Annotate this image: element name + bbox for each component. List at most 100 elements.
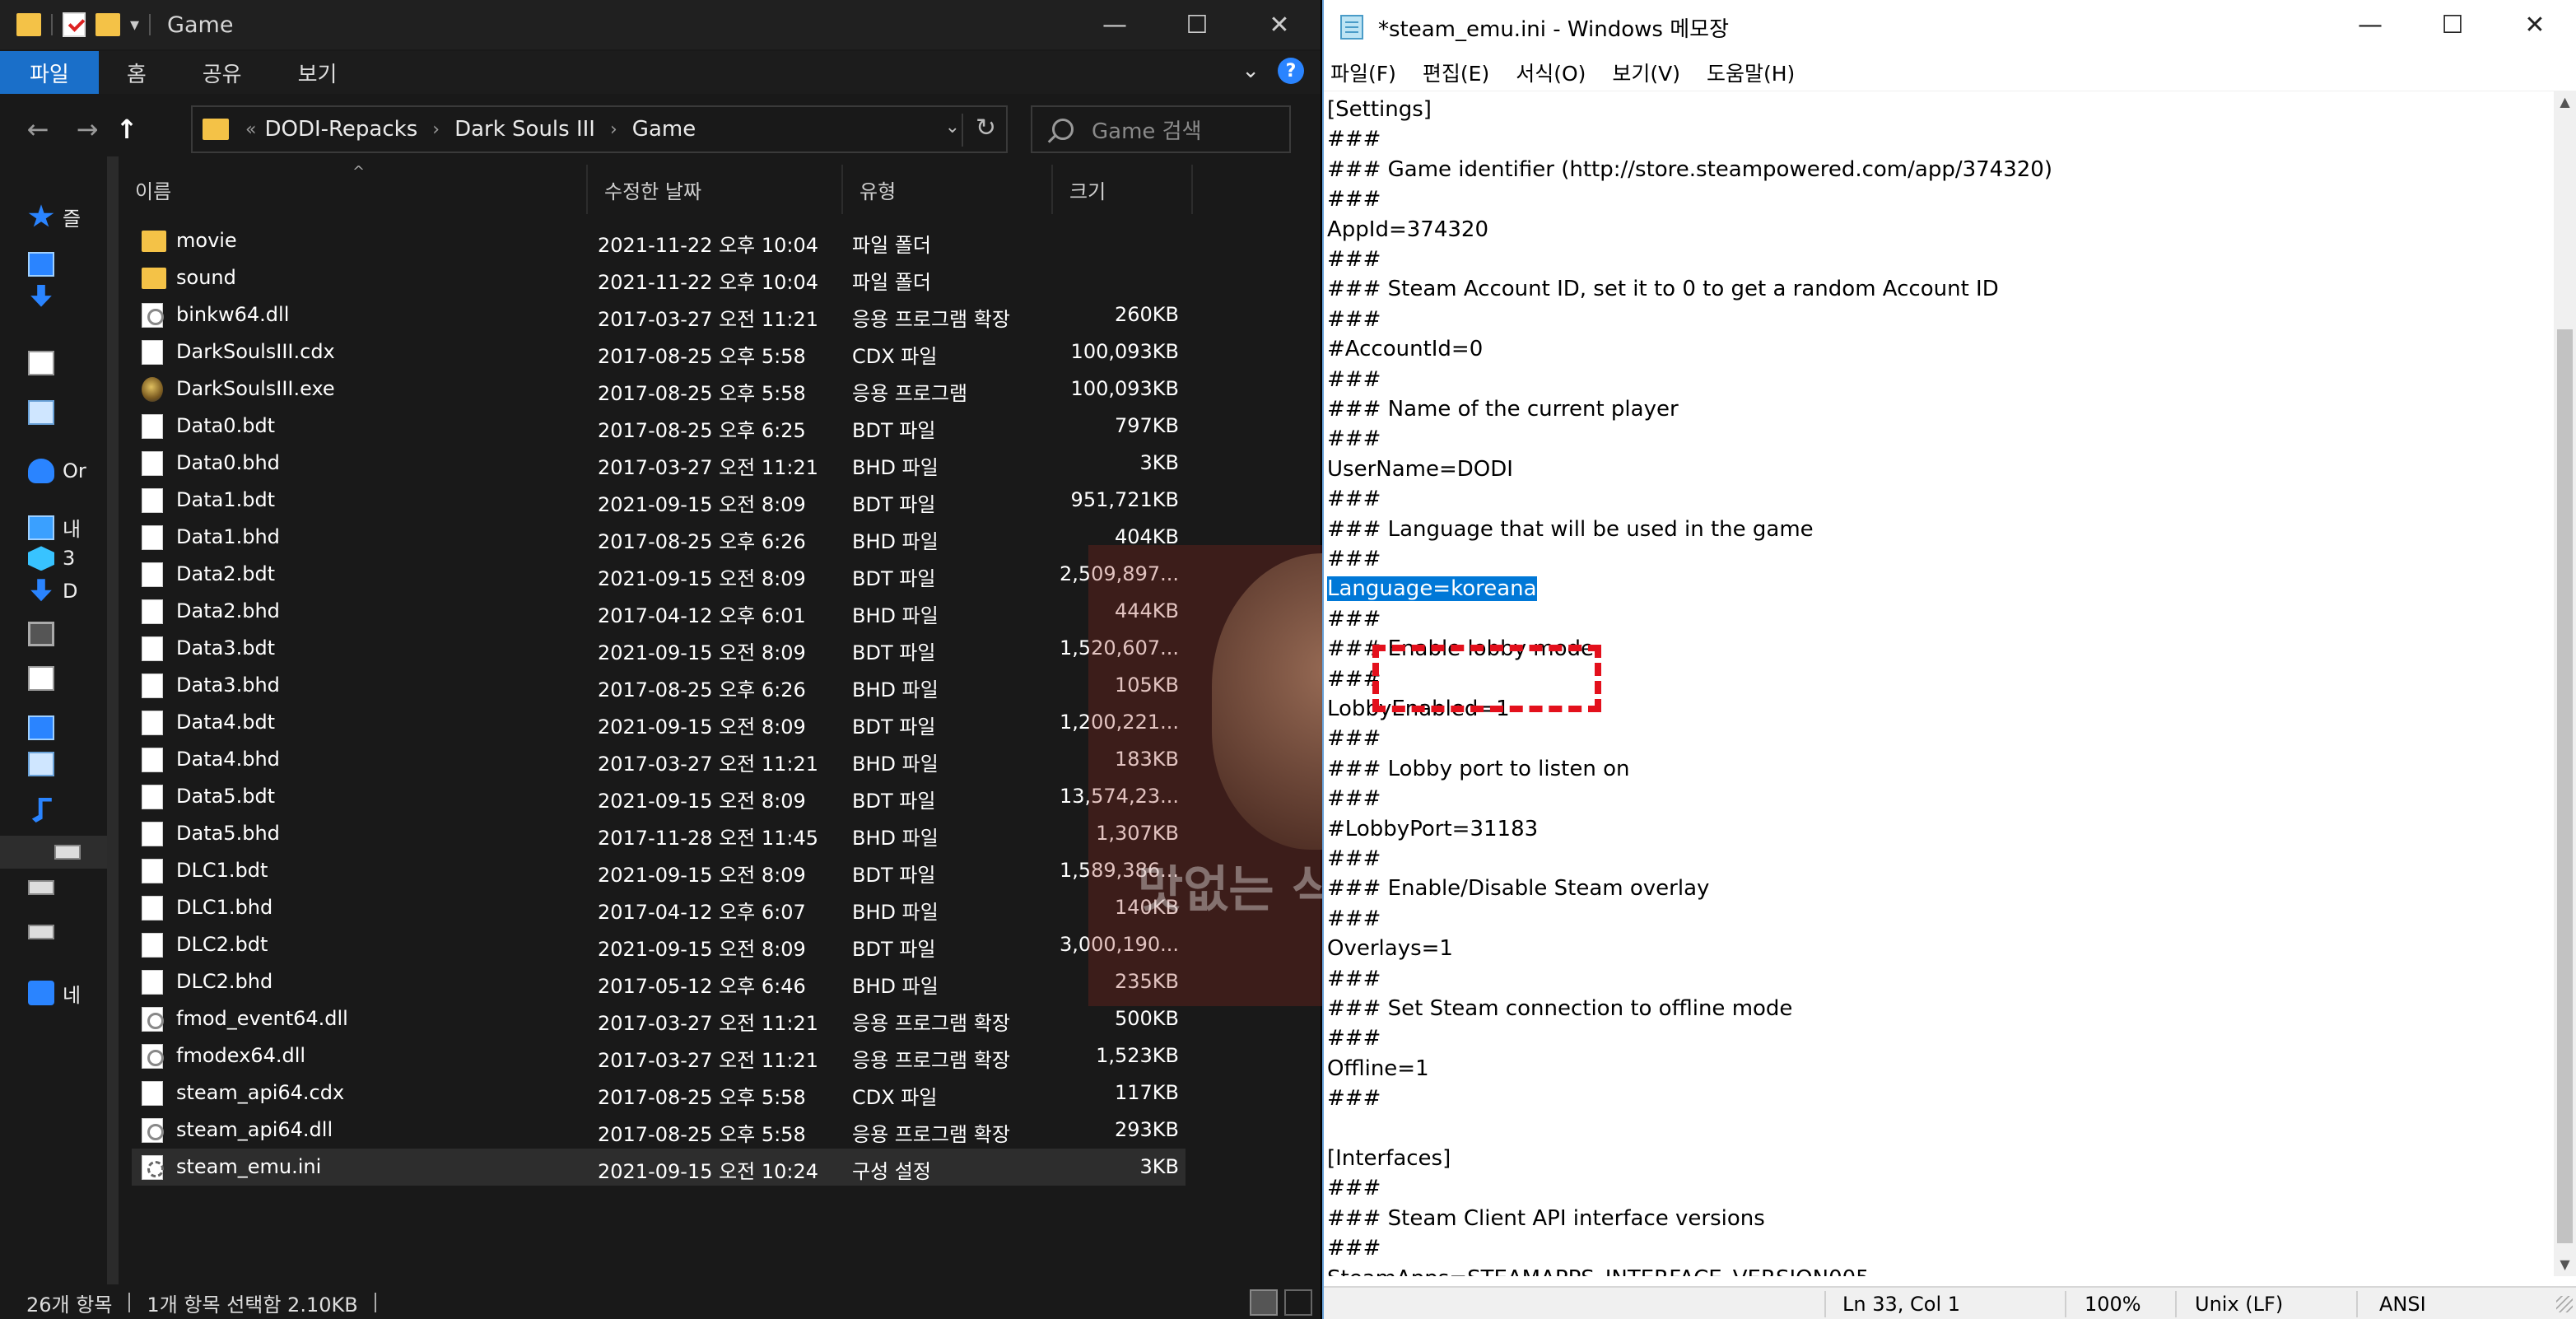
search-input[interactable]: Game 검색 bbox=[1031, 105, 1291, 153]
table-row[interactable]: DLC1.bdt 2021-09-15 오전 8:09 BDT 파일 1,589,38… bbox=[132, 852, 1186, 889]
breadcrumb-overflow-icon[interactable]: « bbox=[245, 119, 256, 140]
scroll-down-arrow-icon[interactable]: ▼ bbox=[2554, 1253, 2576, 1276]
table-row[interactable]: Data0.bdt 2017-08-25 오후 6:25 BDT 파일 797KB bbox=[132, 408, 1186, 445]
tree-item[interactable]: D bbox=[28, 579, 77, 604]
column-header-date[interactable]: 수정한 날짜 bbox=[588, 165, 843, 214]
vertical-scrollbar[interactable]: ▲ ▼ bbox=[2554, 91, 2576, 1276]
tab-view[interactable]: 보기 bbox=[270, 51, 366, 94]
breadcrumb-game[interactable]: Game bbox=[632, 117, 696, 142]
text-line-content: Overlays=1 bbox=[1327, 936, 1453, 962]
column-header-size[interactable]: 크기 bbox=[1053, 165, 1193, 214]
table-row[interactable]: Data4.bdt 2021-09-15 오전 8:09 BDT 파일 1,200,2… bbox=[132, 704, 1186, 741]
table-row[interactable]: Data5.bhd 2017-11-28 오전 11:45 BHD 파일 1,307K… bbox=[132, 815, 1186, 852]
tab-file[interactable]: 파일 bbox=[0, 51, 99, 94]
notepad-titlebar: *steam_emu.ini - Windows 메모장 — ☐ ✕ bbox=[1324, 0, 2576, 54]
large-icons-view-icon[interactable] bbox=[1284, 1289, 1312, 1316]
table-row[interactable]: DarkSoulsIII.cdx 2017-08-25 오후 5:58 CDX 파일… bbox=[132, 333, 1186, 371]
tab-home[interactable]: 홈 bbox=[99, 51, 175, 94]
forward-arrow-icon[interactable]: → bbox=[63, 114, 112, 145]
file-name: steam_api64.cdx bbox=[176, 1081, 345, 1104]
table-row[interactable]: Data2.bdt 2021-09-15 오전 8:09 BDT 파일 2,509,8… bbox=[132, 556, 1186, 593]
tree-item[interactable] bbox=[28, 350, 63, 375]
tree-item[interactable]: 3 bbox=[28, 546, 75, 571]
customize-toolbar-chevron-icon[interactable]: ▾ bbox=[130, 15, 139, 35]
text-line-content: ### bbox=[1327, 726, 1381, 752]
help-icon[interactable]: ? bbox=[1278, 58, 1304, 84]
table-row[interactable]: DLC2.bdt 2021-09-15 오전 8:09 BDT 파일 3,000,19… bbox=[132, 926, 1186, 963]
scrollbar-thumb[interactable] bbox=[2557, 329, 2573, 1243]
tree-item[interactable] bbox=[28, 399, 63, 425]
breadcrumb-chevron-icon[interactable]: › bbox=[432, 119, 440, 140]
tree-item[interactable] bbox=[28, 251, 63, 277]
new-folder-icon[interactable] bbox=[95, 13, 120, 36]
maximize-button[interactable]: ☐ bbox=[2411, 0, 2494, 49]
table-row[interactable]: DLC2.bhd 2017-05-12 오후 6:46 BHD 파일 235KB bbox=[132, 963, 1186, 1000]
table-row[interactable]: Data1.bhd 2017-08-25 오후 6:26 BHD 파일 404KB bbox=[132, 519, 1186, 556]
minimize-button[interactable]: — bbox=[2329, 0, 2411, 49]
file-name: sound bbox=[176, 266, 236, 289]
file-icon bbox=[142, 599, 163, 624]
menu-file[interactable]: 파일(F) bbox=[1324, 58, 1409, 87]
table-row[interactable]: binkw64.dll 2017-03-27 오전 11:21 응용 프로그램 확장… bbox=[132, 296, 1186, 333]
tree-item[interactable] bbox=[28, 284, 63, 310]
properties-icon[interactable] bbox=[63, 12, 86, 37]
table-row[interactable]: sound 2021-11-22 오후 10:04 파일 폴더 bbox=[132, 259, 1186, 296]
tree-item[interactable]: 네 bbox=[28, 979, 81, 1008]
breadcrumb-dodi-repacks[interactable]: DODI-Repacks bbox=[264, 117, 417, 142]
table-row[interactable]: fmodex64.dll 2017-03-27 오전 11:21 응용 프로그램 확… bbox=[132, 1037, 1186, 1074]
resize-grip-icon[interactable] bbox=[2556, 1296, 2573, 1312]
table-row[interactable]: steam_emu.ini 2021-09-15 오전 10:24 구성 설정 3KB bbox=[132, 1149, 1186, 1186]
breadcrumb-dark-souls-iii[interactable]: Dark Souls III bbox=[454, 117, 595, 142]
menu-help[interactable]: 도움말(H) bbox=[1693, 58, 1808, 87]
table-row[interactable]: movie 2021-11-22 오후 10:04 파일 폴더 bbox=[132, 222, 1186, 259]
close-button[interactable]: ✕ bbox=[2494, 0, 2576, 49]
up-arrow-icon[interactable]: ↑ bbox=[112, 114, 142, 145]
table-row[interactable]: Data5.bdt 2021-09-15 오전 8:09 BDT 파일 13,574,… bbox=[132, 778, 1186, 815]
table-row[interactable]: Data3.bhd 2017-08-25 오후 6:26 BHD 파일 105KB bbox=[132, 667, 1186, 704]
menu-view[interactable]: 보기(V) bbox=[1599, 58, 1693, 87]
column-header-type[interactable]: 유형 bbox=[843, 165, 1053, 214]
text-line-content: [Interfaces] bbox=[1327, 1146, 1451, 1171]
table-row[interactable]: steam_api64.cdx 2017-08-25 오후 5:58 CDX 파일 1… bbox=[132, 1074, 1186, 1112]
file-size: 1,200,221... bbox=[1059, 711, 1179, 734]
text-editor[interactable]: [Settings] ### ### Game identifier (http:/… bbox=[1324, 91, 2554, 1276]
expand-ribbon-chevron-icon[interactable]: ⌄ bbox=[1241, 58, 1260, 83]
table-row[interactable]: Data3.bdt 2021-09-15 오전 8:09 BDT 파일 1,520,6… bbox=[132, 630, 1186, 667]
tree-item[interactable] bbox=[28, 752, 63, 777]
table-row[interactable]: Data0.bhd 2017-03-27 오전 11:21 BHD 파일 3KB bbox=[132, 445, 1186, 482]
scroll-up-arrow-icon[interactable]: ▲ bbox=[2554, 91, 2576, 114]
table-row[interactable]: Data1.bdt 2021-09-15 오전 8:09 BDT 파일 951,721… bbox=[132, 482, 1186, 519]
minimize-button[interactable]: — bbox=[1074, 0, 1156, 49]
table-row[interactable]: fmod_event64.dll 2017-03-27 오전 11:21 응용 프로… bbox=[132, 1000, 1186, 1037]
details-view-icon[interactable] bbox=[1250, 1289, 1278, 1316]
text-line: ### bbox=[1327, 844, 1381, 874]
column-header-name[interactable]: 이름 bbox=[119, 165, 588, 214]
tree-item[interactable] bbox=[28, 798, 63, 823]
navigation-pane-scrollbar[interactable] bbox=[107, 156, 119, 1284]
tree-item[interactable] bbox=[28, 924, 63, 939]
drive-icon bbox=[28, 879, 54, 895]
menu-edit[interactable]: 편집(E) bbox=[1409, 58, 1502, 87]
address-bar[interactable]: « DODI-Repacks › Dark Souls III › Game ⌄… bbox=[191, 105, 1008, 153]
menu-format[interactable]: 서식(O) bbox=[1502, 58, 1599, 87]
tree-item[interactable] bbox=[28, 879, 63, 895]
table-row[interactable]: steam_api64.dll 2017-08-25 오후 5:58 응용 프로그램… bbox=[132, 1112, 1186, 1149]
tree-item[interactable]: 즐 bbox=[28, 203, 81, 231]
table-row[interactable]: DarkSoulsIII.exe 2017-08-25 오후 5:58 응용 프로그… bbox=[132, 371, 1186, 408]
table-row[interactable]: Data4.bhd 2017-03-27 오전 11:21 BHD 파일 183KB bbox=[132, 741, 1186, 778]
tree-item[interactable] bbox=[0, 835, 107, 869]
tree-item[interactable] bbox=[28, 715, 63, 741]
maximize-button[interactable]: ☐ bbox=[1156, 0, 1238, 49]
table-row[interactable]: DLC1.bhd 2017-04-12 오후 6:07 BHD 파일 140KB bbox=[132, 889, 1186, 926]
tree-item[interactable] bbox=[28, 666, 63, 692]
tree-item[interactable]: Or bbox=[28, 459, 86, 484]
table-row[interactable]: Data2.bhd 2017-04-12 오후 6:01 BHD 파일 444KB bbox=[132, 593, 1186, 630]
tree-item[interactable]: 내 bbox=[28, 513, 81, 542]
close-button[interactable]: ✕ bbox=[1238, 0, 1321, 49]
tab-share[interactable]: 공유 bbox=[175, 51, 270, 94]
refresh-icon[interactable]: ↻ bbox=[976, 114, 996, 142]
address-dropdown-chevron-icon[interactable]: ⌄ bbox=[945, 117, 960, 137]
breadcrumb-chevron-icon[interactable]: › bbox=[610, 119, 617, 140]
back-arrow-icon[interactable]: ← bbox=[13, 114, 63, 145]
tree-item[interactable] bbox=[28, 622, 63, 647]
